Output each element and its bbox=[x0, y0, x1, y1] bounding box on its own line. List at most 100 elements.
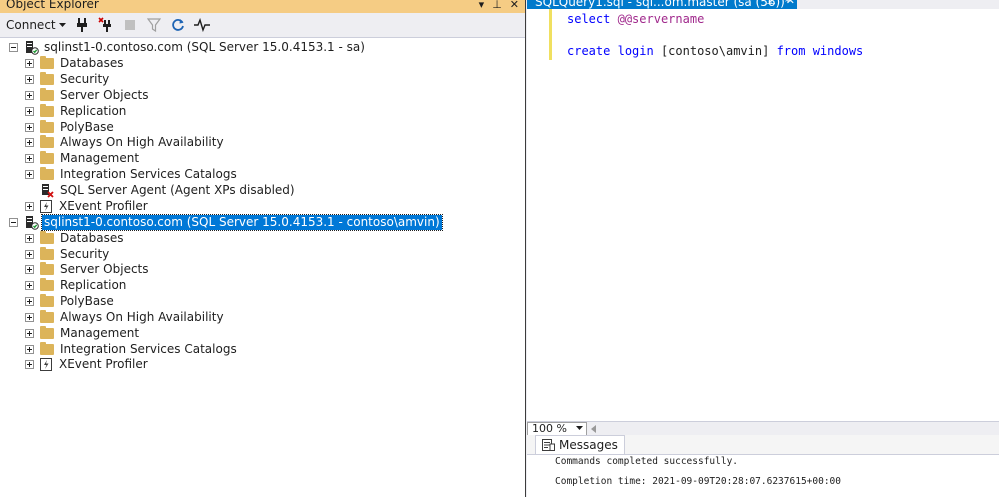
scroll-left-icon[interactable] bbox=[591, 424, 597, 433]
expand-icon[interactable] bbox=[25, 233, 34, 243]
close-icon[interactable]: ✕ bbox=[510, 0, 519, 11]
folder-label[interactable]: Databases bbox=[58, 231, 126, 246]
keyword: from bbox=[776, 44, 806, 58]
tree-folder-integration-services[interactable]: Integration Services Catalogs bbox=[25, 341, 239, 357]
expand-icon[interactable] bbox=[25, 106, 34, 116]
zoom-dropdown[interactable]: 100 % bbox=[527, 421, 587, 436]
window-position-icon[interactable]: ▾ bbox=[479, 0, 485, 11]
collapse-icon[interactable] bbox=[9, 42, 18, 52]
tree-folder-always-on[interactable]: Always On High Availability bbox=[25, 134, 226, 150]
tree-folder-replication[interactable]: Replication bbox=[25, 277, 128, 293]
folder-label[interactable]: Replication bbox=[58, 104, 128, 119]
tab-title: SQLQuery1.sql - sql...om.master (sa (56)… bbox=[535, 0, 791, 9]
connect-button[interactable]: Connect bbox=[6, 18, 66, 32]
expand-icon[interactable] bbox=[25, 328, 34, 338]
tree-folder-replication[interactable]: Replication bbox=[25, 103, 128, 119]
expand-icon[interactable] bbox=[25, 249, 34, 259]
xevent-label[interactable]: XEvent Profiler bbox=[57, 199, 150, 214]
tree-server-node-amvin[interactable]: sqlinst1-0.contoso.com (SQL Server 15.0.… bbox=[9, 213, 443, 231]
tab-sqlquery1[interactable]: SQLQuery1.sql - sql...om.master (sa (56)… bbox=[527, 0, 797, 9]
connect-plug-icon[interactable] bbox=[74, 17, 90, 33]
code-line-3[interactable]: create login [contoso\amvin] from window… bbox=[567, 43, 863, 59]
tree-folder-integration-services[interactable]: Integration Services Catalogs bbox=[25, 166, 239, 182]
folder-icon bbox=[40, 150, 54, 164]
tree-folder-always-on[interactable]: Always On High Availability bbox=[25, 309, 226, 325]
folder-label[interactable]: Server Objects bbox=[58, 262, 151, 277]
activity-monitor-icon[interactable] bbox=[193, 17, 210, 33]
code-line-2[interactable] bbox=[567, 27, 863, 43]
tree-folder-polybase[interactable]: PolyBase bbox=[25, 293, 116, 309]
query-editor[interactable]: SQLQuery1.sql - sql...om.master (sa (56)… bbox=[527, 0, 999, 421]
code-line-1[interactable]: select @@servername bbox=[567, 11, 863, 27]
expand-icon[interactable] bbox=[25, 153, 34, 163]
code-area[interactable]: select @@servername create login [contos… bbox=[567, 11, 863, 59]
expand-icon[interactable] bbox=[25, 137, 34, 147]
expand-icon[interactable] bbox=[25, 201, 34, 211]
tree-xevent-profiler[interactable]: XEvent Profiler bbox=[25, 356, 150, 372]
expand-icon[interactable] bbox=[25, 122, 34, 132]
folder-label[interactable]: Replication bbox=[58, 278, 128, 293]
results-tab-bar: Messages bbox=[527, 435, 999, 455]
folder-label[interactable]: Management bbox=[58, 326, 141, 341]
close-tab-icon[interactable]: ✕ bbox=[786, 0, 795, 7]
disconnect-icon[interactable] bbox=[98, 17, 114, 33]
system-variable: @@servername bbox=[617, 12, 705, 26]
tree-folder-security[interactable]: Security bbox=[25, 246, 111, 262]
folder-label[interactable]: Always On High Availability bbox=[58, 135, 226, 150]
auto-hide-pin-icon[interactable]: ⊥ bbox=[492, 0, 502, 11]
tree-server-node-sa[interactable]: sqlinst1-0.contoso.com (SQL Server 15.0.… bbox=[9, 39, 367, 55]
tab-messages[interactable]: Messages bbox=[535, 435, 625, 454]
tree-folder-security[interactable]: Security bbox=[25, 71, 111, 87]
folder-label[interactable]: Security bbox=[58, 247, 111, 262]
pin-tab-icon[interactable]: ⊥ bbox=[766, 0, 776, 7]
tree-folder-databases[interactable]: Databases bbox=[25, 55, 126, 71]
sql-agent-label[interactable]: SQL Server Agent (Agent XPs disabled) bbox=[58, 183, 297, 198]
folder-icon bbox=[40, 55, 54, 69]
collapse-icon[interactable] bbox=[9, 217, 18, 227]
folder-label[interactable]: PolyBase bbox=[58, 294, 116, 309]
xevent-profiler-icon bbox=[40, 357, 52, 371]
tree-folder-server-objects[interactable]: Server Objects bbox=[25, 261, 151, 277]
server-icon bbox=[26, 40, 39, 55]
folder-icon bbox=[40, 293, 54, 307]
expand-icon[interactable] bbox=[25, 74, 34, 84]
tree-folder-polybase[interactable]: PolyBase bbox=[25, 119, 116, 135]
folder-label[interactable]: Management bbox=[58, 151, 141, 166]
tree-folder-server-objects[interactable]: Server Objects bbox=[25, 87, 151, 103]
expand-icon[interactable] bbox=[25, 296, 34, 306]
tree-folder-databases[interactable]: Databases bbox=[25, 230, 126, 246]
refresh-icon[interactable] bbox=[170, 17, 186, 33]
chevron-down-icon bbox=[576, 426, 583, 430]
expand-icon[interactable] bbox=[25, 359, 34, 369]
folder-icon bbox=[40, 277, 54, 291]
message-line: Completion time: 2021-09-09T20:28:07.623… bbox=[555, 476, 841, 487]
tree-folder-management[interactable]: Management bbox=[25, 325, 141, 341]
expand-icon[interactable] bbox=[25, 312, 34, 322]
server-label-selected[interactable]: sqlinst1-0.contoso.com (SQL Server 15.0.… bbox=[41, 213, 443, 231]
change-tracking-margin bbox=[549, 9, 552, 60]
tree-xevent-profiler[interactable]: XEvent Profiler bbox=[25, 198, 150, 214]
expand-icon[interactable] bbox=[25, 90, 34, 100]
messages-output[interactable]: Commands completed successfully. Complet… bbox=[527, 455, 999, 487]
chevron-down-icon bbox=[58, 22, 66, 27]
tree-sql-server-agent[interactable]: SQL Server Agent (Agent XPs disabled) bbox=[40, 182, 297, 198]
results-pane: Messages Commands completed successfully… bbox=[527, 435, 999, 497]
folder-label[interactable]: PolyBase bbox=[58, 120, 116, 135]
expand-icon[interactable] bbox=[25, 58, 34, 68]
identifier: [contoso\amvin] bbox=[660, 44, 770, 58]
xevent-label[interactable]: XEvent Profiler bbox=[57, 357, 150, 372]
folder-label[interactable]: Server Objects bbox=[58, 88, 151, 103]
object-explorer-toolbar: Connect bbox=[0, 13, 525, 38]
stop-icon bbox=[122, 17, 138, 33]
expand-icon[interactable] bbox=[25, 169, 34, 179]
folder-label[interactable]: Integration Services Catalogs bbox=[58, 167, 239, 182]
expand-icon[interactable] bbox=[25, 264, 34, 274]
expand-icon[interactable] bbox=[25, 280, 34, 290]
expand-icon[interactable] bbox=[25, 344, 34, 354]
folder-label[interactable]: Always On High Availability bbox=[58, 310, 226, 325]
folder-label[interactable]: Security bbox=[58, 72, 111, 87]
server-label[interactable]: sqlinst1-0.contoso.com (SQL Server 15.0.… bbox=[42, 40, 367, 55]
folder-label[interactable]: Integration Services Catalogs bbox=[58, 342, 239, 357]
folder-label[interactable]: Databases bbox=[58, 56, 126, 71]
tree-folder-management[interactable]: Management bbox=[25, 150, 141, 166]
